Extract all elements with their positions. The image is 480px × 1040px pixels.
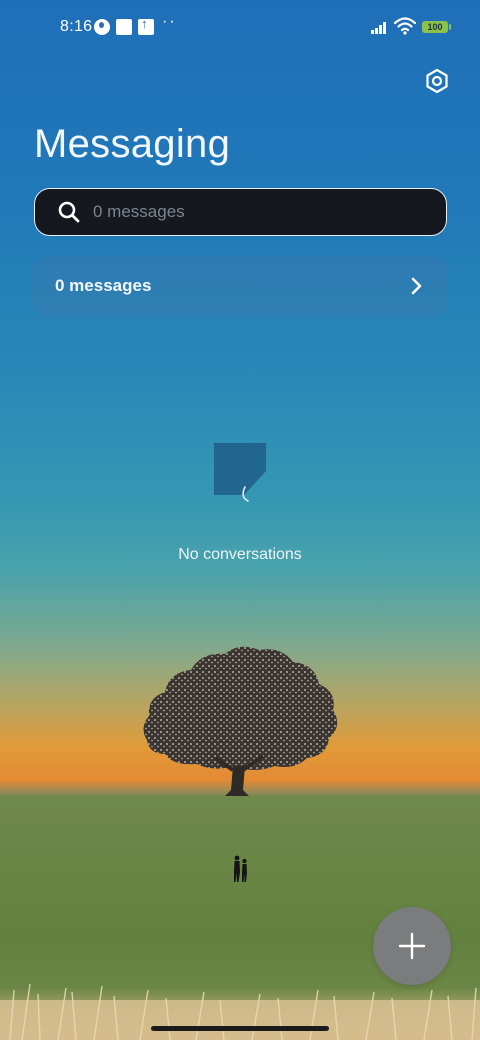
messages-row-label: 0 messages bbox=[55, 276, 152, 295]
settings-button[interactable] bbox=[420, 64, 454, 98]
plus-icon bbox=[398, 932, 426, 960]
wifi-icon bbox=[394, 17, 416, 35]
new-conversation-button[interactable] bbox=[373, 907, 451, 985]
messages-row[interactable]: 0 messages bbox=[32, 256, 448, 316]
status-bar: 8:16 ·· 100 bbox=[0, 0, 480, 56]
upload-notification-icon bbox=[138, 16, 154, 35]
status-time: 8:16 bbox=[60, 18, 93, 35]
home-indicator[interactable] bbox=[151, 1026, 329, 1031]
settings-hexagon-icon bbox=[426, 68, 448, 94]
search-input[interactable] bbox=[93, 202, 393, 222]
tree-illustration bbox=[143, 646, 338, 796]
search-bar[interactable] bbox=[34, 188, 447, 236]
page-title: Messaging bbox=[34, 122, 231, 166]
signal-icon bbox=[371, 21, 389, 34]
people-silhouette bbox=[234, 855, 247, 882]
app-notification-icon bbox=[94, 19, 110, 35]
battery-icon: 100 bbox=[422, 21, 451, 33]
empty-chat-bubble-icon bbox=[214, 443, 266, 502]
chevron-right-icon bbox=[411, 277, 422, 295]
square-notification-icon bbox=[116, 19, 132, 35]
empty-state-text: No conversations bbox=[178, 546, 302, 563]
search-icon bbox=[58, 201, 80, 223]
more-dots-icon: ·· bbox=[162, 13, 177, 30]
